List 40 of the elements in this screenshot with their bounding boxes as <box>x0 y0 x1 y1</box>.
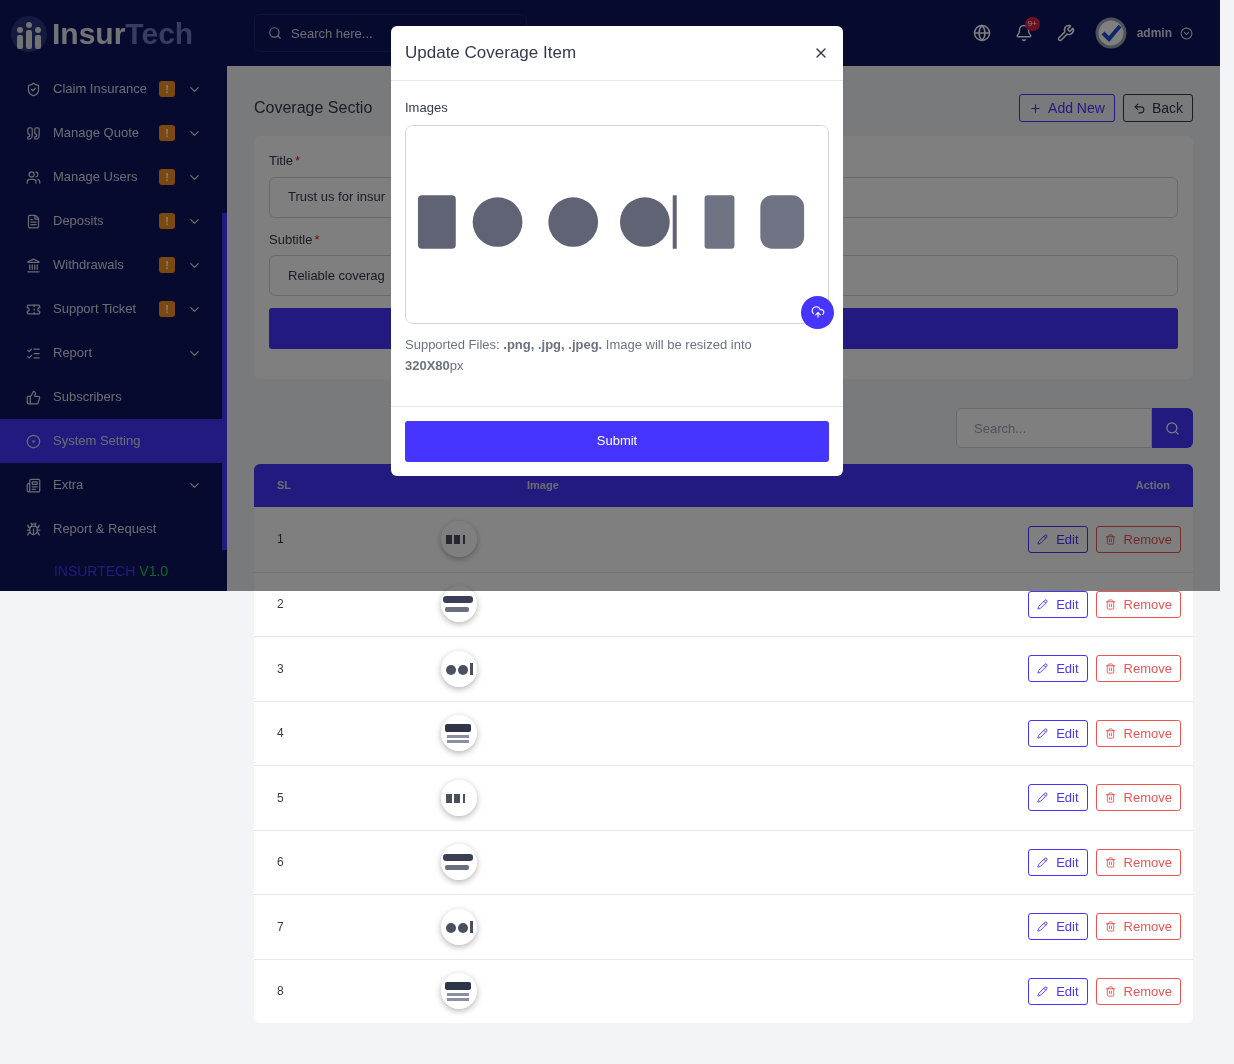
column-header: Image <box>527 478 560 494</box>
column-header: Action <box>1135 478 1170 494</box>
sidebar-label: Support Ticket <box>53 300 138 319</box>
sidebar-label: Report & Request <box>53 520 158 539</box>
field-label: Title <box>269 152 294 170</box>
sidebar-label: Subscribers <box>53 388 123 407</box>
row-number: 7 <box>277 918 285 936</box>
field-label: Images <box>405 99 449 117</box>
sidebar-label: Manage Quote <box>53 124 140 143</box>
sidebar-label: Claim Insurance <box>53 80 147 99</box>
row-number: 2 <box>277 596 285 614</box>
row-number: 8 <box>277 983 285 1001</box>
row-number: 3 <box>277 660 285 678</box>
version-text: V1.0 <box>139 562 169 581</box>
sidebar-label: Report <box>53 344 94 363</box>
help-text: Supported Files: .png, .jpg, .jpeg. Image will be resized into 320X80px <box>405 335 753 375</box>
alert-badge: ! <box>159 169 175 185</box>
sidebar-label: Extra <box>53 476 85 495</box>
column-header: SL <box>277 478 293 494</box>
sidebar-label: Withdrawals <box>53 256 125 275</box>
row-number: 5 <box>277 789 285 807</box>
alert-badge: ! <box>159 81 175 97</box>
row-number: 4 <box>277 725 285 743</box>
alert-badge: ! <box>159 301 175 317</box>
alert-badge: ! <box>159 257 175 273</box>
row-number: 1 <box>277 531 285 549</box>
notification-badge: 9+ <box>1024 17 1040 31</box>
logo-text: Tech <box>125 16 194 52</box>
alert-badge: ! <box>159 213 175 229</box>
required-mark: * <box>295 152 301 170</box>
logo-text: Insur <box>52 16 126 52</box>
required-mark: * <box>314 230 320 249</box>
page-title: Coverage Sectio <box>254 98 373 118</box>
sidebar-label: Manage Users <box>53 168 139 187</box>
brand-text: INSURTECH <box>53 562 136 581</box>
field-label: Subtitle <box>269 230 313 249</box>
row-number: 6 <box>277 854 285 872</box>
sidebar-label: Deposits <box>53 212 105 231</box>
alert-badge: ! <box>159 125 175 141</box>
sidebar-label: System Setting <box>53 432 142 451</box>
